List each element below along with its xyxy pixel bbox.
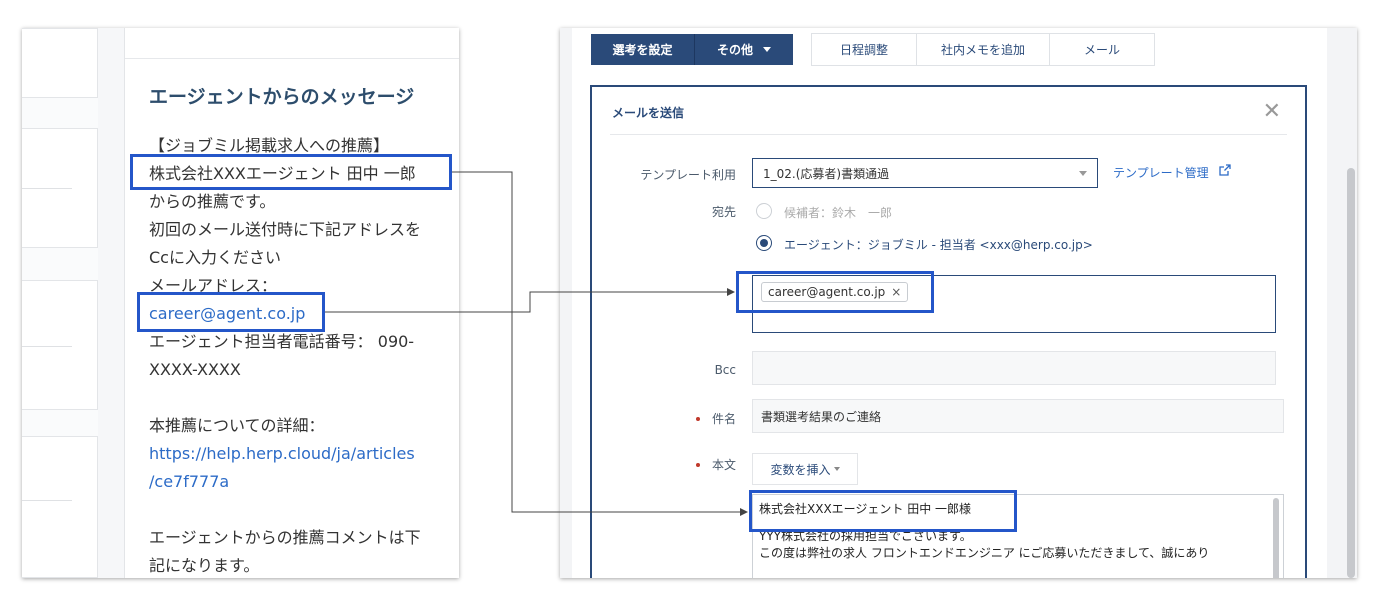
message-line: 記になります。 xyxy=(149,556,260,575)
to-candidate-label: 候補者：鈴木 一郎 xyxy=(784,206,893,220)
message-line: XXXX-XXXX xyxy=(149,360,241,379)
email-compose-panel: 選考を設定 その他 日程調整 社内メモを追加 メール メールを送信 ✕ テンプレ… xyxy=(560,28,1357,578)
to-candidate-radio[interactable] xyxy=(756,203,772,219)
detail-link-cont[interactable]: /ce7f777a xyxy=(149,468,454,496)
message-line: 初回のメール送付時に下記アドレスを xyxy=(149,220,422,239)
body-textarea[interactable]: 株式会社XXXエージェント 田中 一郎様 YYY株式会社の採用担当でございます。… xyxy=(752,494,1284,578)
required-dot-icon xyxy=(696,417,700,421)
panel-gutter xyxy=(560,28,572,578)
textarea-scrollbar[interactable] xyxy=(1273,498,1279,578)
insert-variable-label: 変数を挿入 xyxy=(770,462,831,477)
body-label: 本文 xyxy=(711,458,736,472)
message-card: エージェントからのメッセージ 【ジョブミル掲載求人への推薦】 株式会社XXXエー… xyxy=(124,28,459,578)
body-line: 株式会社XXXエージェント 田中 一郎様 xyxy=(759,502,972,516)
template-manage-link[interactable]: テンプレート管理 xyxy=(1113,164,1209,181)
agent-name-line: 株式会社XXXエージェント 田中 一郎 xyxy=(149,164,416,183)
required-dot-icon xyxy=(696,463,700,467)
side-card xyxy=(22,436,98,578)
template-select[interactable]: 1_02.(応募者)書類通過 xyxy=(752,158,1098,188)
mail-label: メール xyxy=(1083,43,1120,57)
schedule-button[interactable]: 日程調整 xyxy=(811,33,917,66)
divider xyxy=(125,58,459,59)
modal-title: メールを送信 xyxy=(612,106,685,120)
cc-chip[interactable]: career@agent.co.jp × xyxy=(761,282,909,302)
mail-button[interactable]: メール xyxy=(1049,33,1155,66)
message-body: 【ジョブミル掲載求人への推薦】 株式会社XXXエージェント 田中 一郎 からの推… xyxy=(149,132,454,578)
send-mail-modal: メールを送信 ✕ テンプレート利用 1_02.(応募者)書類通過 テンプレート管… xyxy=(590,85,1307,578)
message-line: 【ジョブミル掲載求人への推薦】 xyxy=(149,136,390,155)
insert-variable-button[interactable]: 変数を挿入 xyxy=(752,453,858,485)
cc-input[interactable]: career@agent.co.jp × xyxy=(752,275,1276,333)
chevron-down-icon xyxy=(1079,171,1087,176)
template-value: 1_02.(応募者)書類通過 xyxy=(763,166,890,181)
body-text: 株式会社XXXエージェント 田中 一郎様 YYY株式会社の採用担当でございます。… xyxy=(759,501,1269,562)
close-icon[interactable]: ✕ xyxy=(1263,99,1281,124)
chevron-down-icon xyxy=(833,467,840,471)
message-line: 本推薦についての詳細： xyxy=(149,416,325,435)
to-agent-label: エージェント：ジョブミル - 担当者 <xxx@herp.co.jp> xyxy=(784,238,1093,252)
add-memo-label: 社内メモを追加 xyxy=(940,43,1025,57)
other-label: その他 xyxy=(716,43,753,57)
divider xyxy=(610,134,1287,135)
set-selection-button[interactable]: 選考を設定 xyxy=(591,34,695,65)
message-title: エージェントからのメッセージ xyxy=(149,86,415,108)
body-line: YYY株式会社の採用担当でございます。 xyxy=(759,529,972,543)
side-card xyxy=(22,28,98,98)
bcc-label: Bcc xyxy=(714,363,736,377)
body-line: この度は弊社の求人 フロントエンドエンジニア にご応募いただきまして、誠にあり xyxy=(759,546,1210,560)
agent-message-panel: エージェントからのメッセージ 【ジョブミル掲載求人への推薦】 株式会社XXXエー… xyxy=(22,28,459,578)
message-line: Ccに入力ください xyxy=(149,248,281,267)
page-scrollbar[interactable] xyxy=(1347,168,1355,578)
subject-value: 書類選考結果のご連絡 xyxy=(761,409,882,424)
other-dropdown-button[interactable]: その他 xyxy=(695,34,793,65)
detail-link[interactable]: https://help.herp.cloud/ja/articles xyxy=(149,440,454,468)
add-memo-button[interactable]: 社内メモを追加 xyxy=(916,33,1050,66)
chevron-down-icon xyxy=(763,47,771,52)
bcc-input[interactable] xyxy=(752,351,1276,385)
divider xyxy=(22,500,72,501)
external-link-icon[interactable] xyxy=(1219,164,1231,176)
message-line: エージェントからの推薦コメントは下 xyxy=(149,528,421,547)
message-line: からの推薦です。 xyxy=(149,192,276,211)
cc-chip-label: career@agent.co.jp xyxy=(768,285,886,299)
body-blank-line xyxy=(759,518,1269,528)
template-label: テンプレート利用 xyxy=(640,168,736,182)
remove-chip-icon[interactable]: × xyxy=(891,285,901,299)
figure-canvas: エージェントからのメッセージ 【ジョブミル掲載求人への推薦】 株式会社XXXエー… xyxy=(0,0,1382,600)
to-label: 宛先 xyxy=(711,205,736,219)
agent-email-link[interactable]: career@agent.co.jp xyxy=(149,300,454,328)
left-side-column xyxy=(22,28,98,578)
divider xyxy=(22,188,72,189)
divider xyxy=(22,346,72,347)
set-selection-label: 選考を設定 xyxy=(612,43,673,57)
side-card xyxy=(22,280,98,410)
to-agent-radio[interactable] xyxy=(756,235,772,251)
subject-input[interactable]: 書類選考結果のご連絡 xyxy=(752,399,1284,433)
message-line: メールアドレス： xyxy=(149,276,278,295)
message-line: エージェント担当者電話番号： 090- xyxy=(149,332,415,351)
subject-label: 件名 xyxy=(711,412,736,426)
schedule-label: 日程調整 xyxy=(839,43,888,57)
